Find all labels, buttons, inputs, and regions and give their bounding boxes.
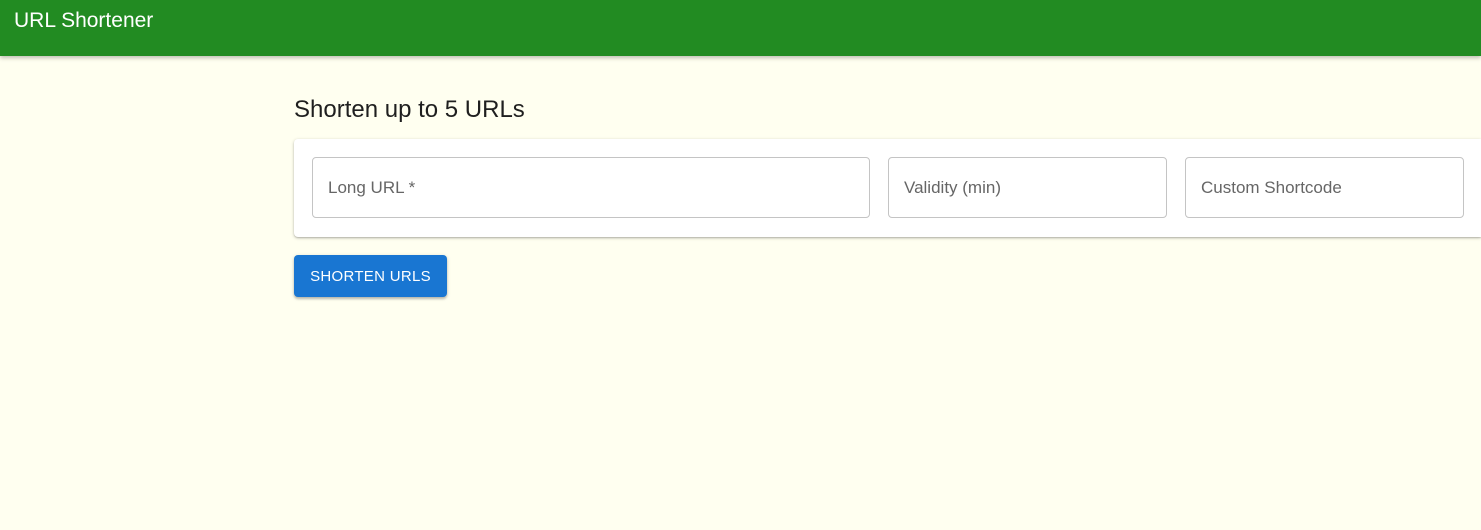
url-entry-card xyxy=(294,139,1481,237)
app-title: URL Shortener xyxy=(14,9,154,32)
shorten-urls-button[interactable]: SHORTEN URLS xyxy=(294,255,447,297)
long-url-input[interactable] xyxy=(313,158,869,217)
validity-field[interactable] xyxy=(888,157,1167,218)
app-bar: URL Shortener xyxy=(0,0,1481,56)
custom-shortcode-input[interactable] xyxy=(1186,158,1463,217)
validity-input[interactable] xyxy=(889,158,1166,217)
long-url-field[interactable] xyxy=(312,157,870,218)
shortcode-field[interactable] xyxy=(1185,157,1464,218)
page-heading: Shorten up to 5 URLs xyxy=(294,96,525,123)
